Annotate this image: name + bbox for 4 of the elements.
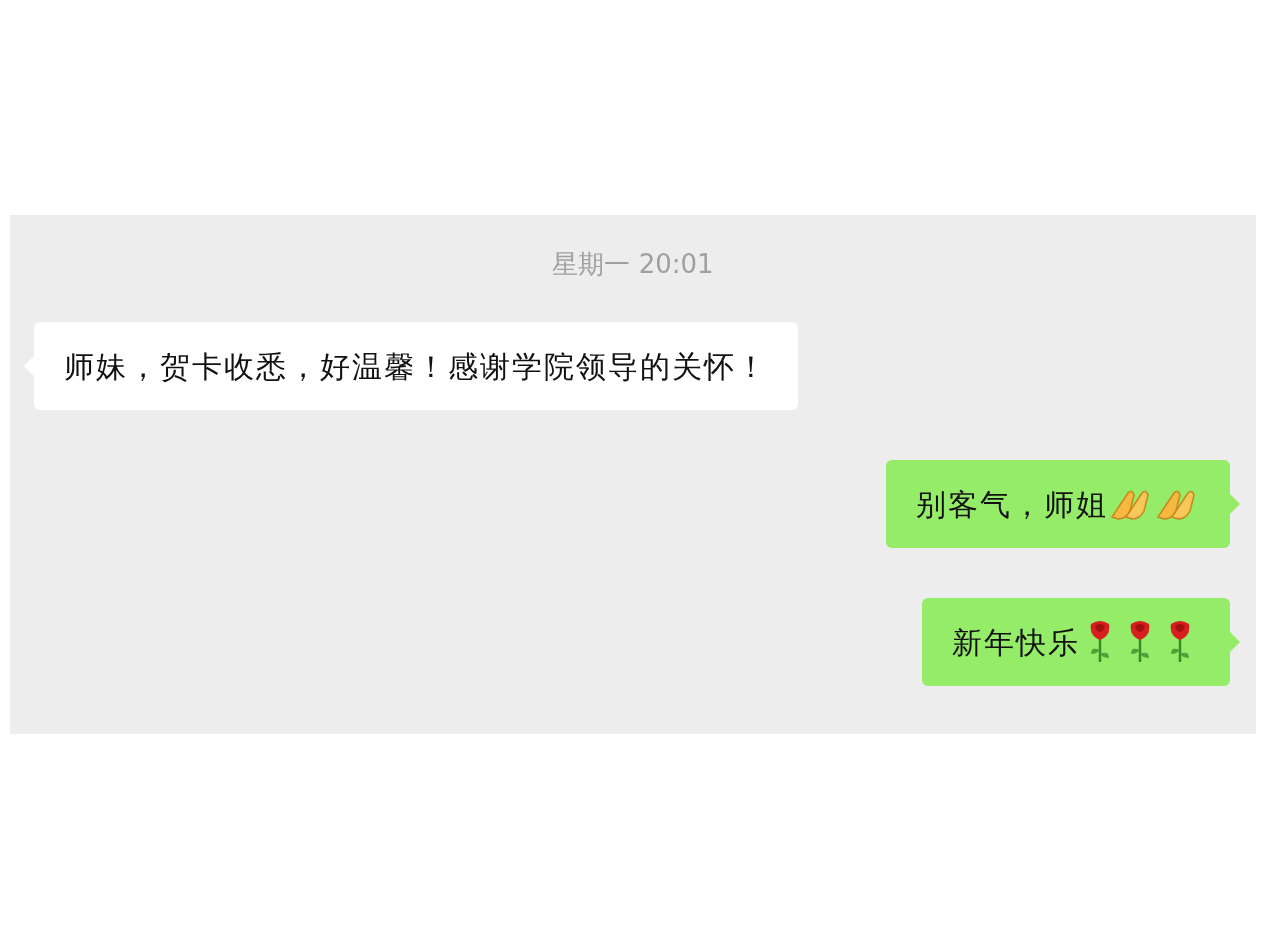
message-text: 师妹，贺卡收悉，好温馨！感谢学院领导的关怀！ — [64, 347, 768, 386]
message-text: 新年快乐 — [952, 623, 1080, 662]
message-text: 别客气，师姐 — [916, 485, 1108, 524]
timestamp: 星期一 20:01 — [552, 248, 714, 281]
